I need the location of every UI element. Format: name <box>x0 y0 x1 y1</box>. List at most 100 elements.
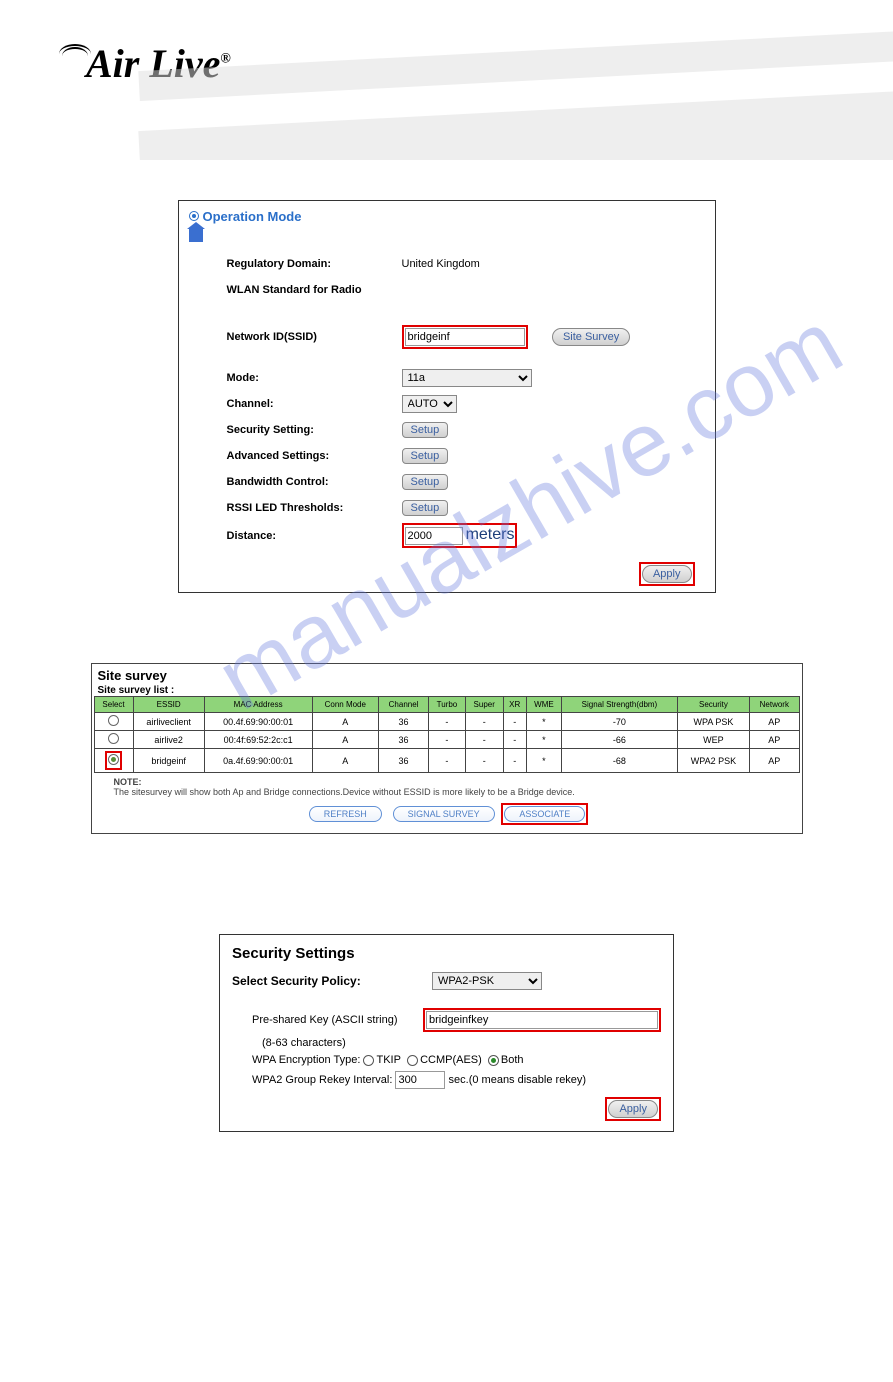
table-header: WME <box>526 697 561 713</box>
cell-xr: - <box>503 713 526 731</box>
rssi-led-label: RSSI LED Thresholds: <box>227 502 402 514</box>
mode-select[interactable]: 11a <box>402 369 532 387</box>
site-survey-button[interactable]: Site Survey <box>552 328 630 346</box>
cell-mode: A <box>312 713 379 731</box>
site-survey-table: SelectESSIDMAC AddressConn ModeChannelTu… <box>94 696 800 773</box>
security-settings-panel: Security Settings Select Security Policy… <box>219 934 674 1132</box>
radio-icon <box>189 211 199 221</box>
security-policy-label: Select Security Policy: <box>232 974 432 988</box>
psk-input[interactable] <box>426 1011 658 1029</box>
cell-sig: -70 <box>562 713 678 731</box>
psk-hint: (8-63 characters) <box>252 1037 661 1049</box>
security-setting-label: Security Setting: <box>227 424 402 436</box>
select-radio[interactable] <box>108 754 119 765</box>
table-header: MAC Address <box>204 697 312 713</box>
rekey-input[interactable] <box>395 1071 445 1089</box>
psk-highlight <box>423 1008 661 1032</box>
tkip-label: TKIP <box>376 1054 400 1066</box>
table-row: airliveclient00.4f.69:90:00:01A36---*-70… <box>94 713 799 731</box>
table-row: bridgeinf0a.4f.69:90:00:01A36---*-68WPA2… <box>94 749 799 773</box>
refresh-button[interactable]: REFRESH <box>309 806 382 822</box>
ccmp-radio[interactable] <box>407 1055 418 1066</box>
bandwidth-setup-button[interactable]: Setup <box>402 474 449 490</box>
note-label: NOTE: <box>114 777 142 787</box>
distance-input[interactable] <box>405 527 463 545</box>
encryption-type-label: WPA Encryption Type: <box>252 1054 360 1066</box>
distance-highlight: meters <box>402 523 518 548</box>
site-survey-panel: Site survey Site survey list : SelectESS… <box>91 663 803 834</box>
cell-essid: airlive2 <box>133 731 204 749</box>
cell-sec: WPA PSK <box>677 713 749 731</box>
apply-highlight: Apply <box>639 562 695 586</box>
regulatory-domain-value: United Kingdom <box>402 258 685 270</box>
home-icon[interactable] <box>189 228 203 242</box>
cell-essid: airliveclient <box>133 713 204 731</box>
associate-button[interactable]: ASSOCIATE <box>504 806 585 822</box>
table-header: ESSID <box>133 697 204 713</box>
cell-sig: -66 <box>562 731 678 749</box>
table-header: Select <box>94 697 133 713</box>
ssid-highlight <box>402 325 528 349</box>
cell-super: - <box>465 731 503 749</box>
apply-button[interactable]: Apply <box>642 565 692 583</box>
table-header: Signal Strength(dbm) <box>562 697 678 713</box>
operation-mode-label: Operation Mode <box>203 209 302 224</box>
distance-label: Distance: <box>227 530 402 542</box>
select-radio[interactable] <box>108 715 119 726</box>
rssi-setup-button[interactable]: Setup <box>402 500 449 516</box>
associate-highlight: ASSOCIATE <box>501 803 588 825</box>
header-swoosh <box>243 40 893 160</box>
advanced-setup-button[interactable]: Setup <box>402 448 449 464</box>
cell-ch: 36 <box>379 731 429 749</box>
cell-mac: 00.4f.69:90:00:01 <box>204 713 312 731</box>
channel-select[interactable]: AUTO <box>402 395 457 413</box>
cell-super: - <box>465 749 503 773</box>
psk-label: Pre-shared Key (ASCII string) <box>252 1014 423 1026</box>
select-radio[interactable] <box>108 733 119 744</box>
security-policy-select[interactable]: WPA2-PSK <box>432 972 542 990</box>
tkip-radio[interactable] <box>363 1055 374 1066</box>
cell-mode: A <box>312 749 379 773</box>
table-header: Super <box>465 697 503 713</box>
cell-xr: - <box>503 731 526 749</box>
table-header: Conn Mode <box>312 697 379 713</box>
table-header: Turbo <box>429 697 466 713</box>
logo-reg: ® <box>220 52 230 67</box>
meters-label: meters <box>466 526 515 543</box>
both-radio[interactable] <box>488 1055 499 1066</box>
security-apply-highlight: Apply <box>605 1097 661 1121</box>
table-header: XR <box>503 697 526 713</box>
advanced-settings-label: Advanced Settings: <box>227 450 402 462</box>
signal-survey-button[interactable]: SIGNAL SURVEY <box>393 806 495 822</box>
operation-mode-panel: Operation Mode Regulatory Domain: United… <box>178 200 716 593</box>
cell-wme: * <box>526 713 561 731</box>
page-header: Air Live® <box>0 0 893 160</box>
rekey-unit: sec.(0 means disable rekey) <box>449 1074 587 1086</box>
mode-label: Mode: <box>227 372 402 384</box>
wlan-standard-label: WLAN Standard for Radio <box>227 284 402 296</box>
cell-mac: 00:4f:69:52:2c:c1 <box>204 731 312 749</box>
cell-sec: WEP <box>677 731 749 749</box>
security-setup-button[interactable]: Setup <box>402 422 449 438</box>
table-row: airlive200:4f:69:52:2c:c1A36---*-66WEPAP <box>94 731 799 749</box>
cell-turbo: - <box>429 713 466 731</box>
cell-super: - <box>465 713 503 731</box>
cell-net: AP <box>750 749 799 773</box>
cell-xr: - <box>503 749 526 773</box>
site-survey-list-label: Site survey list : <box>98 685 796 696</box>
ccmp-label: CCMP(AES) <box>420 1054 482 1066</box>
cell-net: AP <box>750 713 799 731</box>
cell-ch: 36 <box>379 749 429 773</box>
regulatory-domain-label: Regulatory Domain: <box>227 258 402 270</box>
security-settings-title: Security Settings <box>232 945 661 962</box>
cell-ch: 36 <box>379 713 429 731</box>
both-label: Both <box>501 1054 524 1066</box>
rekey-label: WPA2 Group Rekey Interval: <box>252 1074 392 1086</box>
cell-essid: bridgeinf <box>133 749 204 773</box>
ssid-input[interactable] <box>405 328 525 346</box>
cell-wme: * <box>526 749 561 773</box>
note-text: The sitesurvey will show both Ap and Bri… <box>114 787 575 797</box>
cell-wme: * <box>526 731 561 749</box>
logo-wave-icon <box>62 47 88 65</box>
security-apply-button[interactable]: Apply <box>608 1100 658 1118</box>
